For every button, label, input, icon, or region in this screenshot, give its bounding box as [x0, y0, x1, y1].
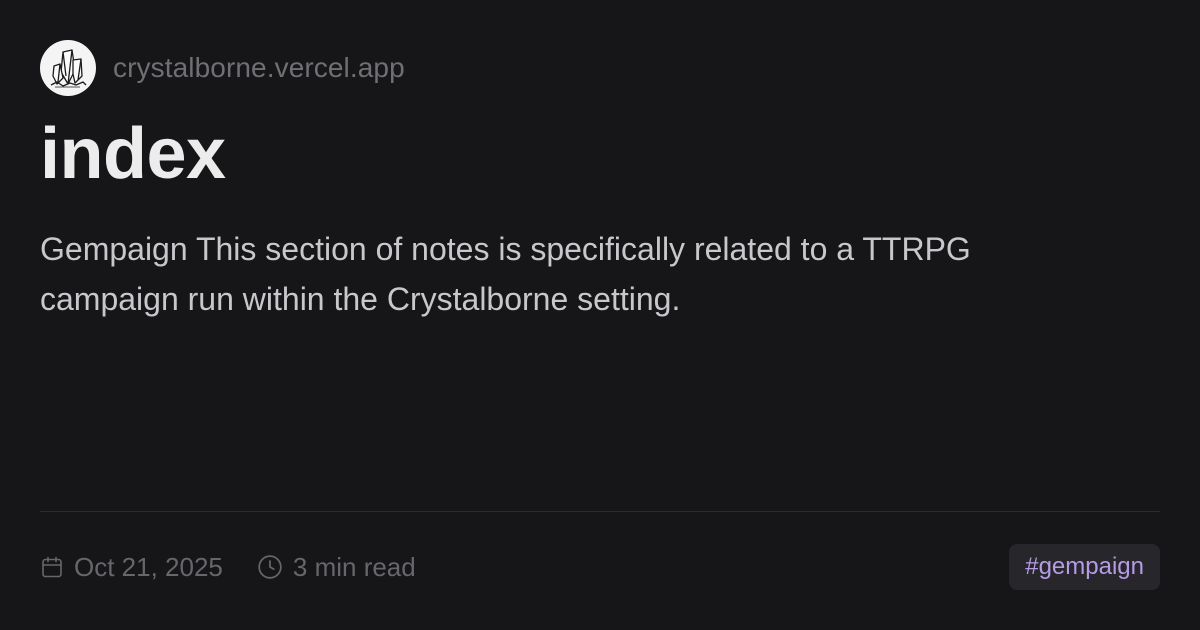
footer-meta: Oct 21, 2025 3 min read #gempaign: [40, 543, 1160, 591]
crystal-cluster-icon: [40, 40, 96, 96]
date-text: Oct 21, 2025: [74, 551, 223, 582]
divider: [40, 511, 1160, 512]
publish-date: Oct 21, 2025: [40, 552, 223, 583]
page-title: index: [40, 114, 226, 194]
calendar-icon: [42, 556, 62, 578]
tag-gempaign[interactable]: #gempaign: [1009, 544, 1160, 590]
site-name[interactable]: crystalborne.vercel.app: [113, 52, 405, 84]
page-description: Gempaign This section of notes is specif…: [40, 231, 971, 317]
og-card: crystalborne.vercel.app index Gempaign T…: [0, 0, 1200, 630]
reading-time: 3 min read: [257, 552, 416, 583]
reading-time-text: 3 min read: [292, 551, 416, 582]
site-header: crystalborne.vercel.app: [40, 40, 1160, 96]
clock-icon: [258, 555, 282, 579]
